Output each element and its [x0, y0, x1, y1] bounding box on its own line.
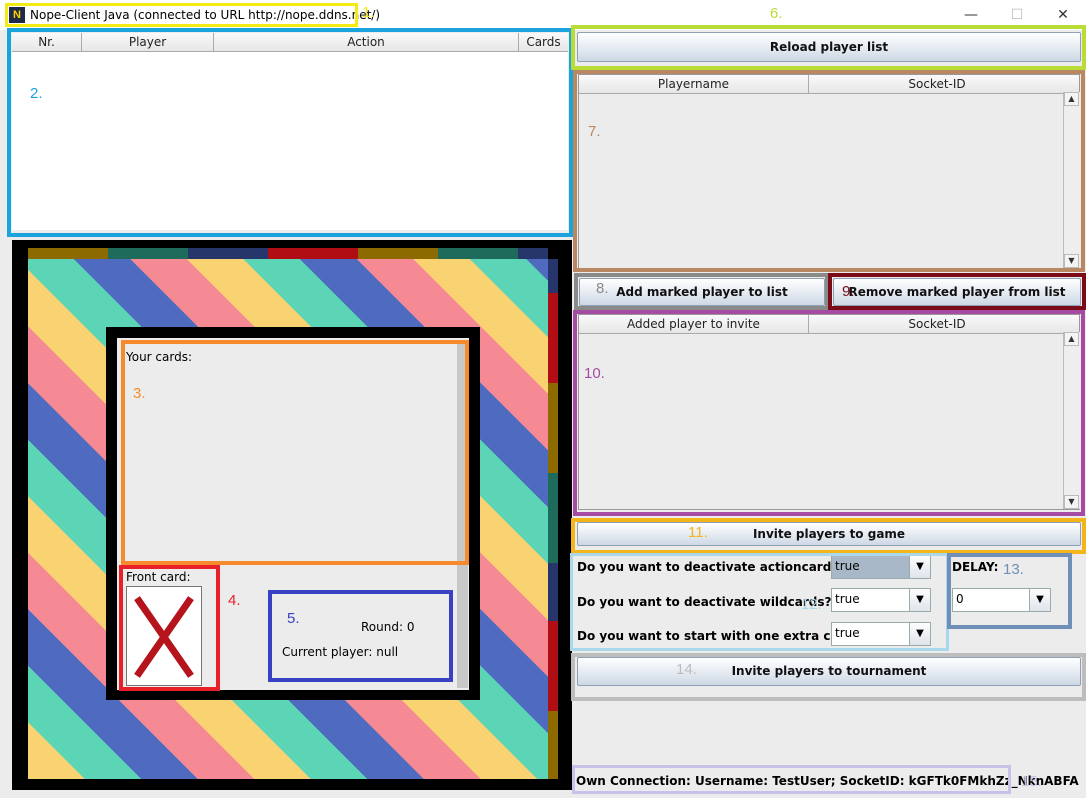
board-top-border: [28, 248, 548, 259]
annotation-label-8: 8.: [596, 280, 609, 297]
annotation-label-3: 3.: [133, 385, 146, 402]
close-icon[interactable]: ✕: [1050, 5, 1076, 25]
round-text: Round: 0: [361, 620, 415, 634]
annotation-label-7: 7.: [588, 123, 601, 140]
annotation-label-4: 4.: [228, 592, 241, 609]
annotation-label-9: 9.: [842, 283, 855, 300]
annotation-box-10: [573, 310, 1085, 516]
board-right-border: [548, 259, 558, 779]
annotation-label-1: 1.: [362, 4, 375, 21]
annotation-box-7: [573, 70, 1085, 272]
round-info-box: [268, 590, 453, 682]
annotation-box-6: [571, 25, 1086, 70]
annotation-label-15: 15.: [1021, 773, 1042, 790]
annotation-box-15: [572, 765, 1011, 794]
annotation-label-6: 6.: [770, 5, 783, 22]
annotation-box-12: [570, 553, 949, 651]
your-cards-area[interactable]: [121, 340, 469, 565]
current-player-text: Current player: null: [282, 645, 399, 659]
annotation-box-4: [119, 565, 220, 691]
annotation-label-10: 10.: [584, 365, 605, 382]
annotation-label-11: 11.: [688, 524, 708, 541]
annotation-box-14: [571, 653, 1086, 701]
annotation-box-8: [574, 273, 829, 310]
annotation-label-12: 12.: [801, 596, 822, 613]
annotation-box-2: [7, 28, 573, 237]
minimize-icon[interactable]: —: [958, 5, 984, 25]
annotation-label-14: 14.: [676, 661, 697, 678]
annotation-box-1: [5, 3, 358, 27]
annotation-label-13: 13.: [1003, 561, 1024, 578]
annotation-box-9: [828, 273, 1086, 310]
annotation-label-2: 2.: [30, 85, 43, 102]
annotation-box-11: [571, 518, 1086, 554]
maximize-icon[interactable]: ☐: [1004, 5, 1030, 25]
annotation-label-5: 5.: [287, 610, 300, 627]
